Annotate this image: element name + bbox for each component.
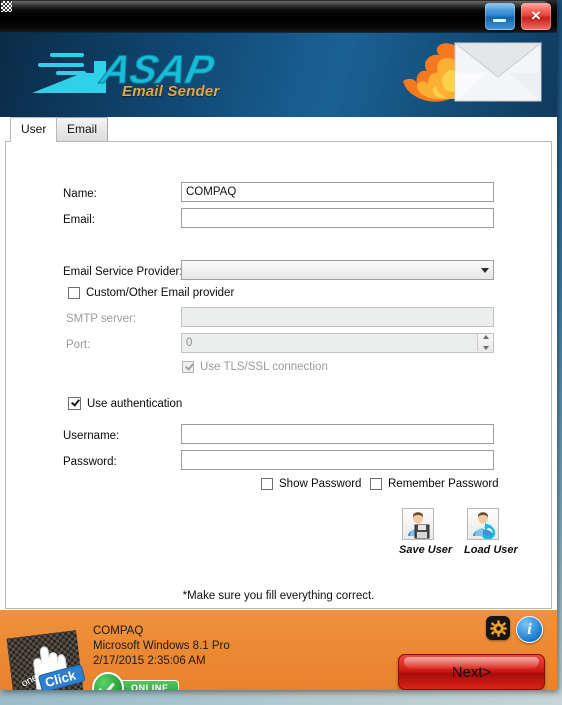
username-input[interactable] [181,424,494,444]
email-input[interactable] [181,208,494,228]
custom-provider-checkbox[interactable] [68,287,80,299]
password-label: Password: [63,456,117,468]
email-label: Email: [63,214,95,226]
port-input[interactable]: 0 [181,333,494,353]
tls-label: Use TLS/SSL connection [200,361,328,373]
window-controls: × [485,3,551,30]
os-name: Microsoft Windows 8.1 Pro [93,640,230,652]
settings-button[interactable] [486,616,510,640]
provider-label: Email Service Provider: [63,266,183,278]
logo-subtitle: Email Sender [122,83,220,100]
application-window: × ASAP Email Sender User Email Name: COM… [0,0,557,690]
gear-icon [489,619,507,637]
remember-password-checkbox[interactable] [370,478,382,490]
tab-email[interactable]: Email [56,117,109,141]
load-user-label: Load User [464,544,518,556]
smtp-input[interactable] [181,307,494,327]
use-auth-checkbox-row[interactable]: Use authentication [68,397,182,410]
app-icon [1,1,12,12]
flaming-envelope-icon [403,42,543,102]
port-label: Port: [66,339,91,351]
port-stepper[interactable] [477,334,493,351]
username-label: Username: [63,430,120,442]
tls-checkbox[interactable] [182,361,194,373]
info-icon: i [527,620,532,638]
minimize-button[interactable] [485,3,515,30]
one-click-logo: one Click [6,630,86,690]
stepper-down-icon[interactable] [482,346,489,350]
screen: × ASAP Email Sender User Email Name: COM… [0,0,562,705]
save-user-label: Save User [399,544,453,556]
system-info: COMPAQ Microsoft Windows 8.1 Pro 2/17/20… [93,624,230,669]
use-auth-checkbox[interactable] [68,397,81,410]
show-password-checkbox[interactable] [261,478,273,490]
remember-password-checkbox-row[interactable]: Remember Password [370,478,499,490]
footer-bar: one Click COMPAQ Microsoft Windows 8.1 P… [0,609,557,690]
info-button[interactable]: i [516,616,543,643]
save-user-icon [408,512,430,539]
name-label: Name: [63,188,97,200]
close-button[interactable]: × [521,3,551,30]
remember-password-label: Remember Password [388,478,499,490]
password-input[interactable] [181,450,494,470]
form-hint: *Make sure you fill everything correct. [182,590,375,602]
chevron-down-icon [476,261,493,279]
app-logo: ASAP Email Sender [22,41,252,111]
load-user-button[interactable] [467,508,499,540]
save-user-button[interactable] [402,508,434,540]
status-badge: ONLINE [92,672,179,690]
custom-provider-label: Custom/Other Email provider [86,287,235,299]
show-password-label: Show Password [279,478,362,490]
custom-provider-checkbox-row[interactable]: Custom/Other Email provider [68,287,234,299]
computer-name: COMPAQ [93,625,144,637]
title-bar: × [0,0,557,33]
show-password-checkbox-row[interactable]: Show Password [261,478,361,490]
tab-strip: User Email [0,117,557,142]
name-input[interactable]: COMPAQ [181,182,494,202]
next-button-label: Next> [451,663,492,681]
header-banner: ASAP Email Sender [0,33,557,117]
next-button[interactable]: Next> [398,654,545,690]
smtp-label: SMTP server: [66,313,137,325]
load-user-icon [473,512,496,540]
stepper-up-icon[interactable] [482,335,489,339]
provider-select[interactable] [181,260,494,280]
use-auth-label: Use authentication [87,397,183,410]
tab-user[interactable]: User [10,117,58,142]
datetime: 2/17/2015 2:35:06 AM [93,655,206,667]
tls-checkbox-row[interactable]: Use TLS/SSL connection [182,361,328,373]
check-circle-icon [92,672,124,690]
close-icon: × [531,6,541,25]
user-form-panel: Name: COMPAQ Email: Email Service Provid… [5,141,552,609]
